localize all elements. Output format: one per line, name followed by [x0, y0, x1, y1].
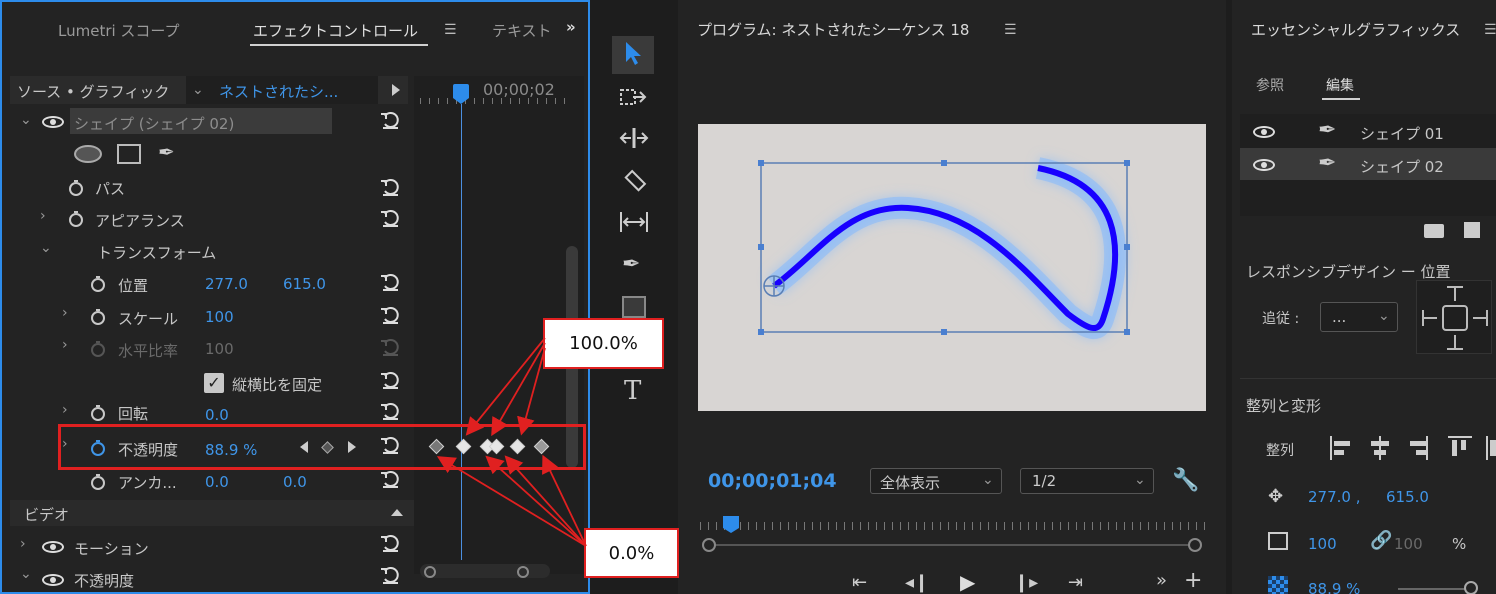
annotation-arrows — [436, 337, 587, 547]
